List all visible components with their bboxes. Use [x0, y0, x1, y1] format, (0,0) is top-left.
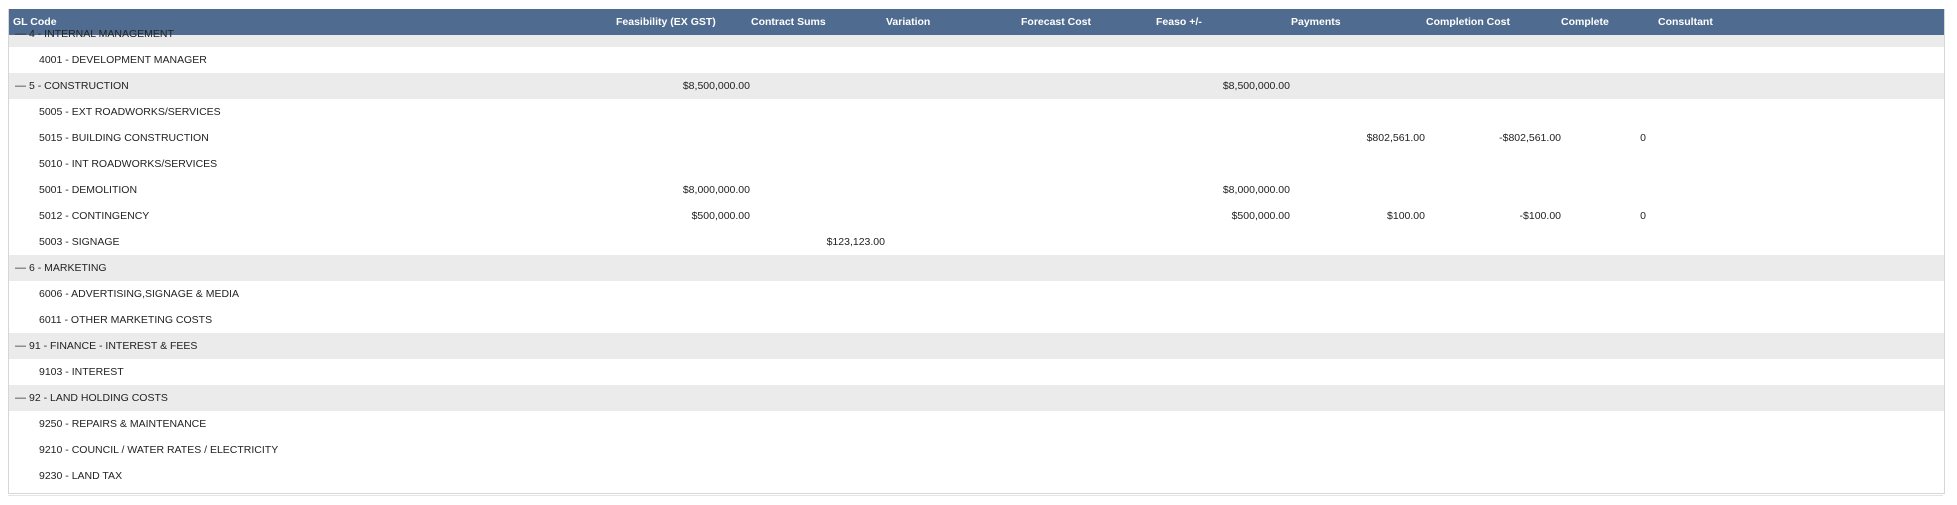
table-row[interactable]: 9250 - REPAIRS & MAINTENANCE	[9, 411, 1944, 437]
row-label: 5015 - BUILDING CONSTRUCTION	[39, 132, 209, 144]
feasibility-value: $8,000,000.00	[682, 184, 750, 196]
col-completion-cost[interactable]: Completion Cost	[1426, 9, 1510, 35]
collapse-icon[interactable]: —	[15, 28, 26, 40]
table-row[interactable]: 9210 - COUNCIL / WATER RATES / ELECTRICI…	[9, 437, 1944, 463]
table-row[interactable]: 5012 - CONTINGENCY $500,000.00 $500,000.…	[9, 203, 1944, 229]
row-label: 5010 - INT ROADWORKS/SERVICES	[39, 158, 218, 170]
table-row[interactable]: 6011 - OTHER MARKETING COSTS	[9, 307, 1944, 333]
row-label: 92 - LAND HOLDING COSTS	[29, 392, 168, 404]
group-row[interactable]: — 5 - CONSTRUCTION $8,500,000.00 $8,500,…	[9, 73, 1944, 99]
row-label: 9230 - LAND TAX	[39, 470, 123, 482]
horizontal-scrollbar[interactable]	[8, 495, 1943, 502]
payments-value: $100.00	[1387, 210, 1425, 222]
complete-value: 0	[1640, 132, 1646, 144]
col-payments[interactable]: Payments	[1291, 9, 1341, 35]
table-header: GL Code Feasibility (EX GST) Contract Su…	[9, 9, 1944, 35]
feaso-value: $8,000,000.00	[1222, 184, 1290, 196]
collapse-icon[interactable]: —	[15, 73, 26, 99]
table-row[interactable]: 5015 - BUILDING CONSTRUCTION $802,561.00…	[9, 125, 1944, 151]
table-row[interactable]: 5001 - DEMOLITION $8,000,000.00 $8,000,0…	[9, 177, 1944, 203]
row-label: 4001 - DEVELOPMENT MANAGER	[39, 54, 207, 66]
col-forecast-cost[interactable]: Forecast Cost	[1021, 9, 1091, 35]
row-label: 9210 - COUNCIL / WATER RATES / ELECTRICI…	[39, 444, 279, 456]
collapse-icon[interactable]: —	[15, 255, 26, 281]
col-consultant[interactable]: Consultant	[1658, 9, 1713, 35]
col-feasibility[interactable]: Feasibility (EX GST)	[616, 9, 716, 35]
table-row[interactable]: 6006 - ADVERTISING,SIGNAGE & MEDIA	[9, 281, 1944, 307]
row-label: 6 - MARKETING	[29, 262, 107, 274]
complete-value: 0	[1640, 210, 1646, 222]
col-feaso-diff[interactable]: Feaso +/-	[1156, 9, 1202, 35]
row-label: 5001 - DEMOLITION	[39, 184, 138, 196]
group-row[interactable]: — 6 - MARKETING	[9, 255, 1944, 281]
completion-cost-value: -$100.00	[1519, 210, 1561, 222]
table-row[interactable]: 5005 - EXT ROADWORKS/SERVICES	[9, 99, 1944, 125]
col-variation[interactable]: Variation	[886, 9, 930, 35]
table-row[interactable]: 5010 - INT ROADWORKS/SERVICES	[9, 151, 1944, 177]
payments-value: $802,561.00	[1366, 132, 1425, 144]
col-contract-sums[interactable]: Contract Sums	[751, 9, 826, 35]
table-row[interactable]: 9103 - INTEREST	[9, 359, 1944, 385]
feaso-value: $500,000.00	[1231, 210, 1290, 222]
completion-cost-value: -$802,561.00	[1499, 132, 1561, 144]
row-label: 6011 - OTHER MARKETING COSTS	[39, 314, 213, 326]
group-row[interactable]: — 4 - INTERNAL MANAGEMENT	[9, 28, 1944, 47]
row-label: 6006 - ADVERTISING,SIGNAGE & MEDIA	[39, 288, 239, 300]
row-label: 5005 - EXT ROADWORKS/SERVICES	[39, 106, 221, 118]
feasibility-value: $8,500,000.00	[682, 80, 750, 92]
row-label: 5 - CONSTRUCTION	[29, 80, 129, 92]
col-complete[interactable]: Complete	[1561, 9, 1609, 35]
row-label: 5003 - SIGNAGE	[39, 236, 120, 248]
collapse-icon[interactable]: —	[15, 333, 26, 359]
collapse-icon[interactable]: —	[15, 385, 26, 411]
row-label: 4 - INTERNAL MANAGEMENT	[29, 28, 174, 40]
row-label: 91 - FINANCE - INTEREST & FEES	[29, 340, 198, 352]
gl-cost-table: GL Code Feasibility (EX GST) Contract Su…	[8, 9, 1945, 494]
row-label: 9103 - INTEREST	[39, 366, 124, 378]
feaso-value: $8,500,000.00	[1222, 80, 1290, 92]
contract-sum-value: $123,123.00	[826, 236, 885, 248]
table-row[interactable]: 4001 - DEVELOPMENT MANAGER	[9, 47, 1944, 73]
row-label: 9250 - REPAIRS & MAINTENANCE	[39, 418, 207, 430]
table-row[interactable]: 9230 - LAND TAX	[9, 463, 1944, 489]
feasibility-value: $500,000.00	[691, 210, 750, 222]
table-row[interactable]: 5003 - SIGNAGE $123,123.00	[9, 229, 1944, 255]
row-label: 5012 - CONTINGENCY	[39, 210, 150, 222]
group-row[interactable]: — 92 - LAND HOLDING COSTS	[9, 385, 1944, 411]
group-row[interactable]: — 91 - FINANCE - INTEREST & FEES	[9, 333, 1944, 359]
table-body: — 4 - INTERNAL MANAGEMENT 4001 - DEVELOP…	[9, 28, 1944, 489]
